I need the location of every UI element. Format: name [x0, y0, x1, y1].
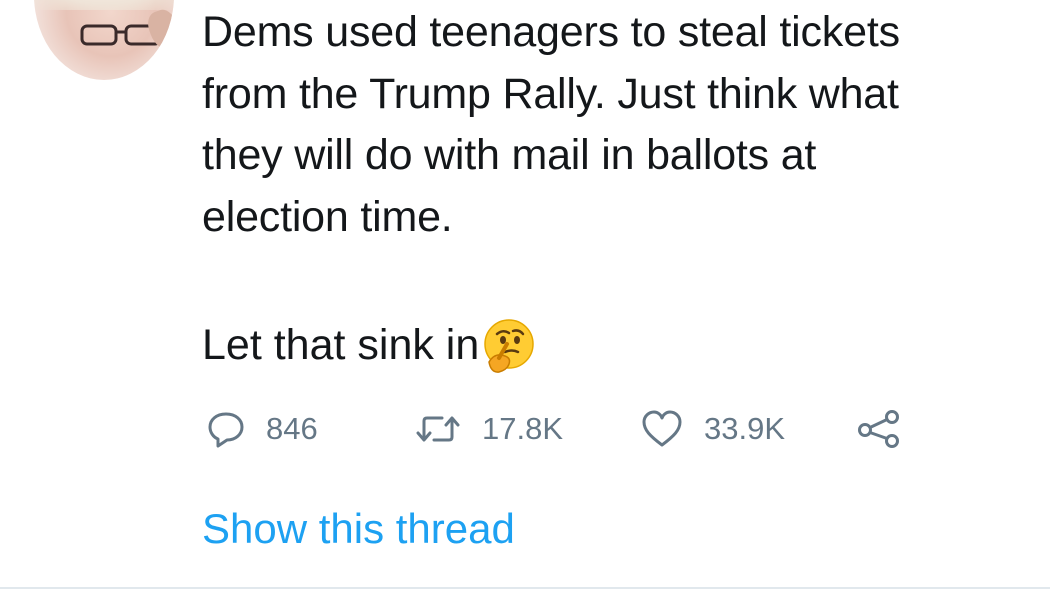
- heart-icon: [642, 410, 682, 447]
- tweet-text: Dems used teenagers to steal tickets fro…: [202, 2, 1022, 248]
- retweet-icon: [416, 416, 460, 442]
- like-count: 33.9K: [704, 411, 786, 446]
- reply-count: 846: [266, 411, 318, 446]
- tweet-text-line: from the Trump Rally. Just think what: [202, 69, 899, 118]
- reply-icon: [208, 412, 244, 448]
- retweet-button[interactable]: 17.8K: [414, 404, 563, 454]
- avatar[interactable]: [34, 0, 174, 80]
- tweet-closing-line: Let that sink in: [202, 315, 537, 376]
- share-icon: [858, 410, 899, 448]
- reply-button[interactable]: 846: [206, 404, 318, 454]
- tweet-text-line: election time.: [202, 192, 453, 241]
- tweet-actions: 846 17.8K 33.9K: [206, 404, 966, 454]
- show-thread-link[interactable]: Show this thread: [202, 502, 515, 556]
- share-button[interactable]: [856, 404, 902, 454]
- divider: [0, 587, 1050, 589]
- retweet-count: 17.8K: [482, 411, 564, 446]
- like-button[interactable]: 33.9K: [640, 404, 785, 454]
- tweet-text-line: they will do with mail in ballots at: [202, 131, 817, 179]
- tweet-text-line: Dems used teenagers to steal tickets: [202, 8, 900, 56]
- avatar-hair: [34, 0, 174, 10]
- tweet-closing-text: Let that sink in: [202, 321, 480, 369]
- tweet: Dems used teenagers to steal tickets fro…: [0, 0, 1050, 592]
- thinking-face-icon: [484, 318, 535, 373]
